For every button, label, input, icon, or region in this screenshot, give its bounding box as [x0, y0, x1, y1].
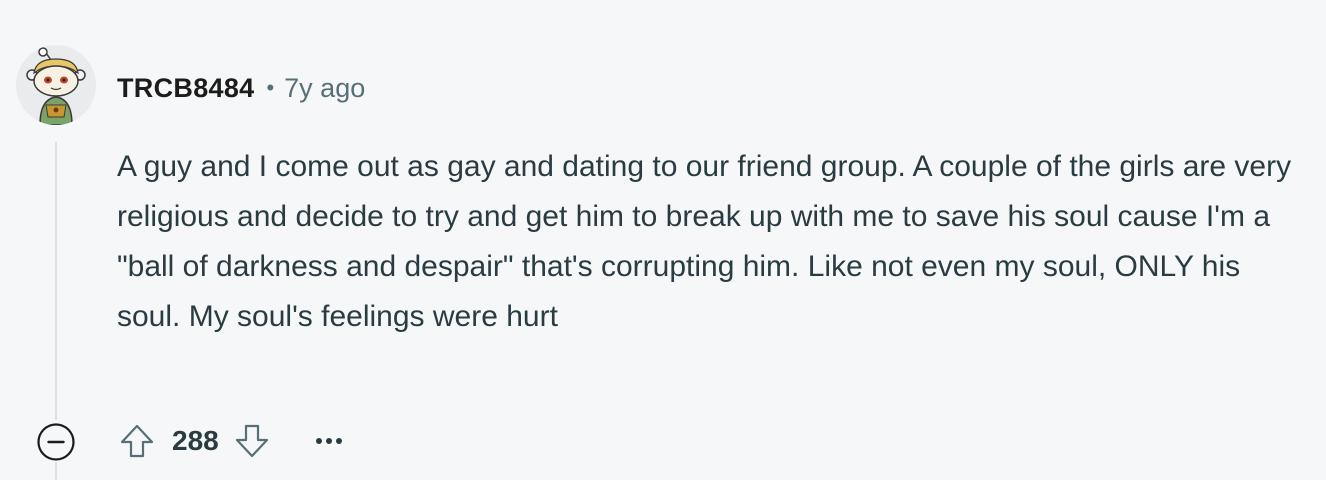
- more-options-button[interactable]: [309, 416, 349, 466]
- upvote-button[interactable]: [112, 416, 162, 466]
- snoo-avatar-icon: [26, 47, 86, 125]
- timestamp[interactable]: 7y ago: [284, 73, 365, 104]
- arrow-down-outline-icon: [235, 424, 268, 458]
- thread-line[interactable]: [55, 142, 57, 420]
- comment: TRCB8484 • 7y ago A guy and I come out a…: [0, 0, 1326, 480]
- comment-actions: 288: [112, 416, 349, 466]
- minus-circle-icon: [37, 423, 75, 461]
- username-link[interactable]: TRCB8484: [117, 73, 254, 104]
- separator-dot: •: [266, 75, 275, 100]
- avatar[interactable]: [16, 45, 96, 125]
- comment-body: A guy and I come out as gay and dating t…: [117, 150, 1292, 333]
- ellipsis-icon: [315, 438, 342, 444]
- downvote-button[interactable]: [227, 416, 277, 466]
- thread-line[interactable]: [55, 462, 57, 480]
- vote-score: 288: [172, 425, 219, 456]
- collapse-button[interactable]: [36, 422, 76, 462]
- arrow-up-outline-icon: [120, 424, 154, 458]
- comment-header: TRCB8484 • 7y ago: [117, 68, 365, 108]
